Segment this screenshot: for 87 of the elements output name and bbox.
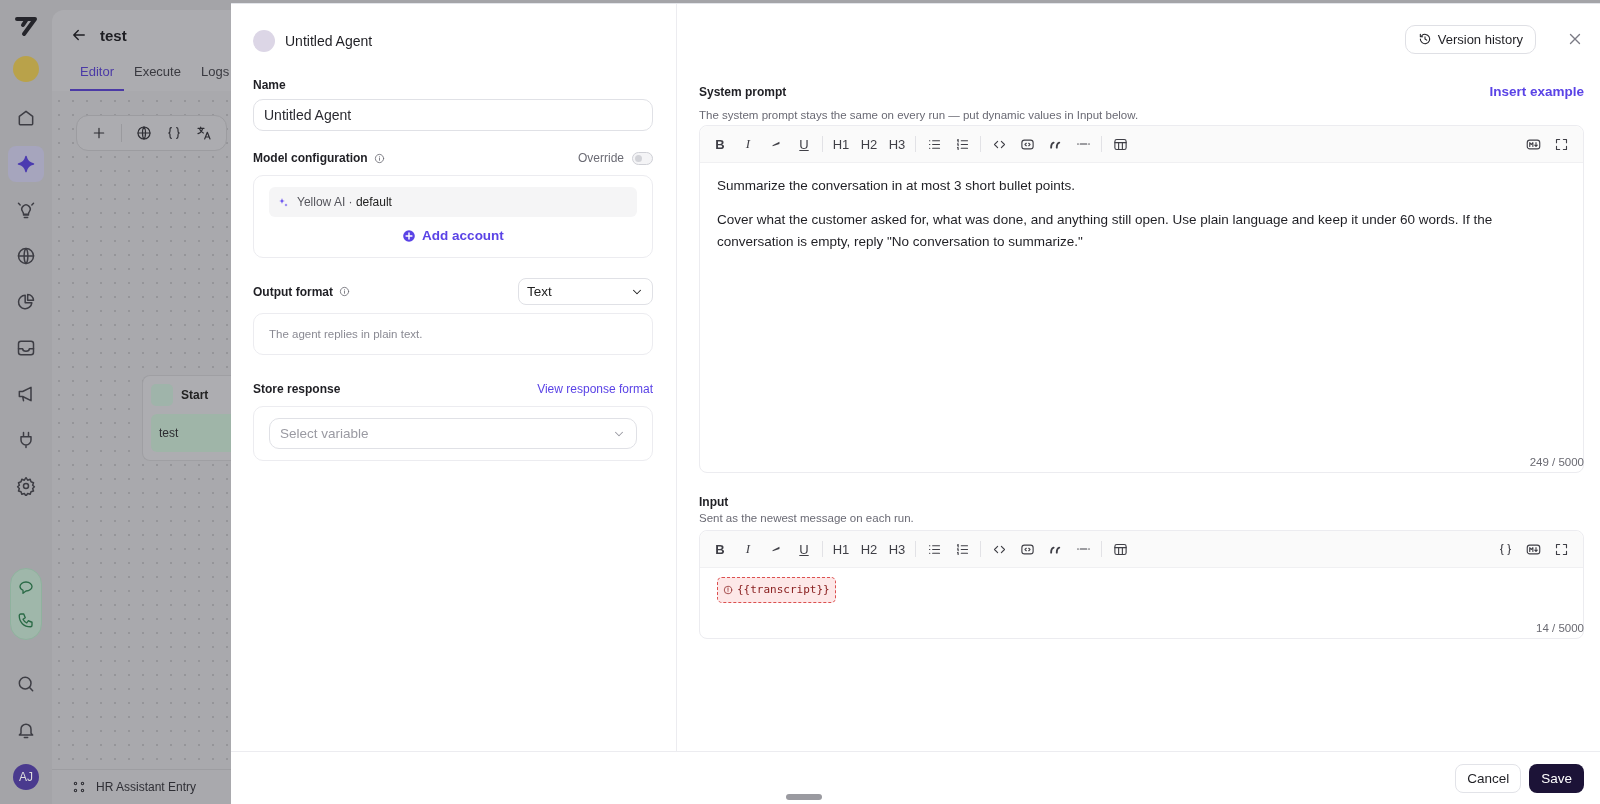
markdown-icon	[1525, 541, 1541, 557]
prompt-paragraph: Cover what the customer asked for, what was done, and anything still open. Use plain language and keep it under 60 words. If the conversation is empty, reply "No conversation to summarize."	[717, 211, 1494, 251]
markdown-icon	[1525, 136, 1541, 152]
table-icon	[1112, 541, 1128, 557]
tab[interactable]: Execute	[123, 58, 191, 91]
phone-icon	[17, 611, 35, 629]
character-counter: 249 / 5000	[1529, 456, 1584, 468]
tab[interactable]: Editor	[70, 58, 124, 91]
numbered-list-icon	[954, 136, 970, 152]
history-icon	[1417, 32, 1432, 46]
home-icon	[16, 108, 36, 128]
heading-button[interactable]: H1	[829, 132, 853, 156]
user-avatar[interactable]: AJ	[13, 764, 39, 790]
override-label: Override	[578, 151, 624, 165]
horizontal-rule-icon	[1076, 548, 1090, 550]
version-history-button[interactable]: Version history	[1404, 24, 1536, 54]
code-block-icon	[1019, 136, 1035, 152]
field-label: System prompt	[699, 84, 787, 99]
globe-icon	[16, 246, 36, 266]
pie-chart-icon	[16, 292, 36, 312]
info-icon	[373, 152, 385, 164]
save-button[interactable]: Save	[1529, 763, 1584, 793]
chat-icon	[17, 579, 35, 597]
channel-switcher[interactable]	[10, 568, 42, 640]
variable-chip[interactable]: {{transcript}}	[717, 577, 836, 603]
heading-button[interactable]: H2	[857, 537, 881, 561]
field-label: Model configuration	[253, 151, 368, 165]
bold-button[interactable]: B	[708, 537, 732, 561]
plus-circle-icon	[402, 228, 417, 243]
numbered-list-icon	[954, 541, 970, 557]
plus-icon	[91, 125, 107, 141]
nodes-icon	[72, 780, 86, 794]
nav-item[interactable]	[8, 146, 44, 182]
italic-button[interactable]: I	[736, 537, 760, 561]
code-block-icon	[1019, 541, 1035, 557]
search-icon	[16, 674, 36, 694]
sparkle-icon	[277, 196, 289, 208]
input-editor[interactable]: B I U H1 H2 H3 {{transcript}} 14 / 5000	[699, 530, 1584, 639]
field-hint: The system prompt stays the same on every run — put dynamic values in Input below.	[699, 109, 1140, 121]
heading-button[interactable]: H1	[829, 537, 853, 561]
translate-icon	[196, 125, 212, 141]
character-counter: 14 / 5000	[1536, 622, 1584, 634]
alert-icon	[723, 585, 733, 595]
field-label: Output format	[253, 284, 333, 299]
sparkle-icon	[16, 154, 36, 174]
field-label: Store response	[253, 382, 341, 396]
view-response-format-link[interactable]: View response format	[537, 382, 653, 396]
logo-icon	[14, 14, 38, 38]
prompt-paragraph: Summarize the conversation in at most 3 short bullet points.	[717, 177, 1076, 195]
underline-button[interactable]: U	[792, 132, 816, 156]
lightbulb-icon	[16, 200, 36, 220]
horizontal-rule-icon	[1076, 143, 1090, 145]
agent-title: Untitled Agent	[285, 33, 373, 49]
field-label: Name	[253, 78, 287, 92]
fullscreen-icon	[1553, 541, 1569, 557]
info-icon	[339, 286, 350, 297]
heading-button[interactable]: H3	[885, 132, 909, 156]
override-toggle[interactable]	[632, 151, 653, 165]
fullscreen-icon	[1553, 136, 1569, 152]
field-label: Input	[699, 495, 730, 509]
add-account-button[interactable]: Add account	[396, 227, 510, 244]
braces-icon	[166, 125, 182, 141]
table-icon	[1112, 136, 1128, 152]
flow-name: HR Assistant Entry	[96, 780, 197, 794]
page-title: test	[100, 26, 127, 44]
gear-icon	[16, 476, 36, 496]
output-format-select[interactable]: Text	[518, 278, 653, 305]
heading-button[interactable]: H3	[885, 537, 909, 561]
model-name: Yellow AI · default	[297, 195, 392, 209]
model-chip[interactable]: Yellow AI · default	[269, 187, 637, 217]
underline-button[interactable]: U	[792, 537, 816, 561]
bold-button[interactable]: B	[708, 132, 732, 156]
cancel-button[interactable]: Cancel	[1455, 763, 1522, 793]
heading-button[interactable]: H2	[857, 132, 881, 156]
inbox-icon	[16, 338, 36, 358]
highlighter-icon	[772, 546, 780, 552]
agent-avatar	[253, 30, 275, 52]
format-description: The agent replies in plain text.	[253, 313, 653, 355]
globe-icon	[136, 125, 152, 141]
node-title: Start	[181, 388, 209, 402]
name-input[interactable]: Untitled Agent	[253, 99, 653, 131]
highlighter-icon	[772, 141, 780, 147]
drag-handle[interactable]	[786, 794, 822, 800]
insert-example-link[interactable]: Insert example	[1489, 84, 1584, 99]
braces-icon	[1497, 541, 1513, 557]
field-hint: Sent as the newest message on each run.	[699, 512, 915, 524]
italic-button[interactable]: I	[736, 132, 760, 156]
